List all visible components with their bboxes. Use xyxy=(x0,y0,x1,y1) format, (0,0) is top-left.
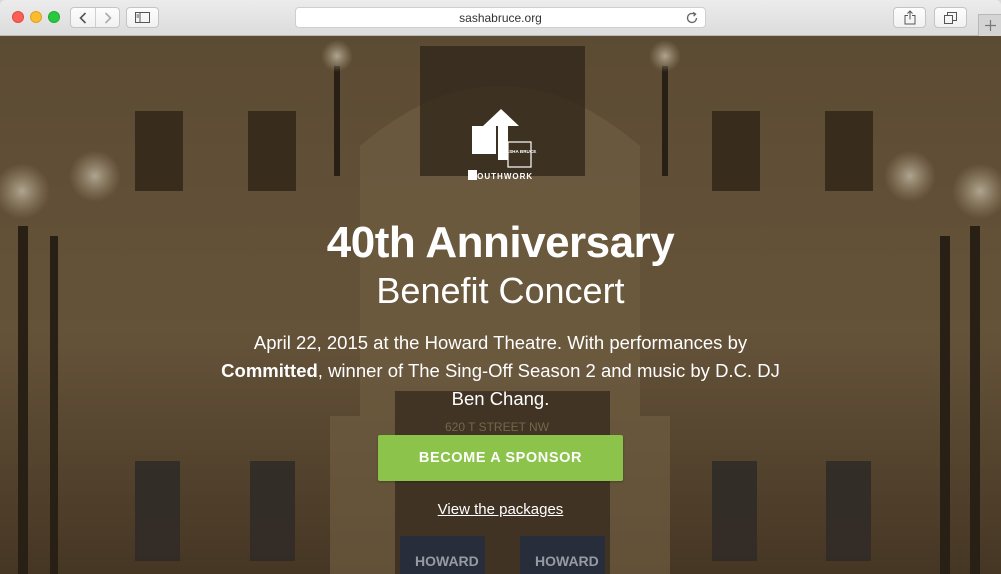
description-text-part1: April 22, 2015 at the Howard Theatre. Wi… xyxy=(253,332,748,353)
reload-icon[interactable] xyxy=(685,11,699,25)
show-all-tabs-button[interactable] xyxy=(934,7,967,28)
forward-button[interactable] xyxy=(95,8,119,27)
event-description: April 22, 2015 at the Howard Theatre. Wi… xyxy=(210,329,791,413)
hero-section: 620 T STREET NW HOWARD HOWARD SASHA BRUC… xyxy=(0,36,1001,574)
page-subtitle: Benefit Concert xyxy=(376,270,625,311)
minimize-window-button[interactable] xyxy=(30,11,42,23)
address-bar[interactable]: sashabruce.org xyxy=(295,7,706,28)
chevron-left-icon xyxy=(79,11,87,24)
zoom-window-button[interactable] xyxy=(48,11,60,23)
share-button[interactable] xyxy=(893,7,926,28)
history-nav-group xyxy=(70,7,120,28)
sidebar-icon xyxy=(135,12,150,23)
page-title: 40th Anniversary xyxy=(326,218,675,267)
sasha-bruce-youthwork-logo[interactable]: SASHA BRUCE YOUTHWORK xyxy=(462,106,540,186)
back-button[interactable] xyxy=(71,8,95,27)
share-icon xyxy=(904,10,915,25)
logo-brand-main-text: YOUTHWORK xyxy=(471,172,533,181)
url-text: sashabruce.org xyxy=(459,10,542,25)
description-text-part2: , winner of The Sing-Off Season 2 and mu… xyxy=(317,360,780,409)
chevron-right-icon xyxy=(104,11,112,24)
sidebar-toggle-button[interactable] xyxy=(126,7,159,28)
new-tab-button[interactable] xyxy=(978,14,1001,36)
close-window-button[interactable] xyxy=(12,11,24,23)
browser-toolbar: sashabruce.org xyxy=(0,0,1001,36)
plus-icon xyxy=(984,20,996,31)
logo-brand-small-text: SASHA BRUCE xyxy=(503,149,537,154)
become-a-sponsor-button[interactable]: BECOME A SPONSOR xyxy=(378,435,623,481)
view-packages-link[interactable]: View the packages xyxy=(0,501,1001,518)
browser-window: sashabruce.org 620 T STREET NW HOWARD HO… xyxy=(0,0,1001,574)
description-performer: Committed xyxy=(221,360,318,381)
tabs-overview-icon xyxy=(944,11,957,24)
